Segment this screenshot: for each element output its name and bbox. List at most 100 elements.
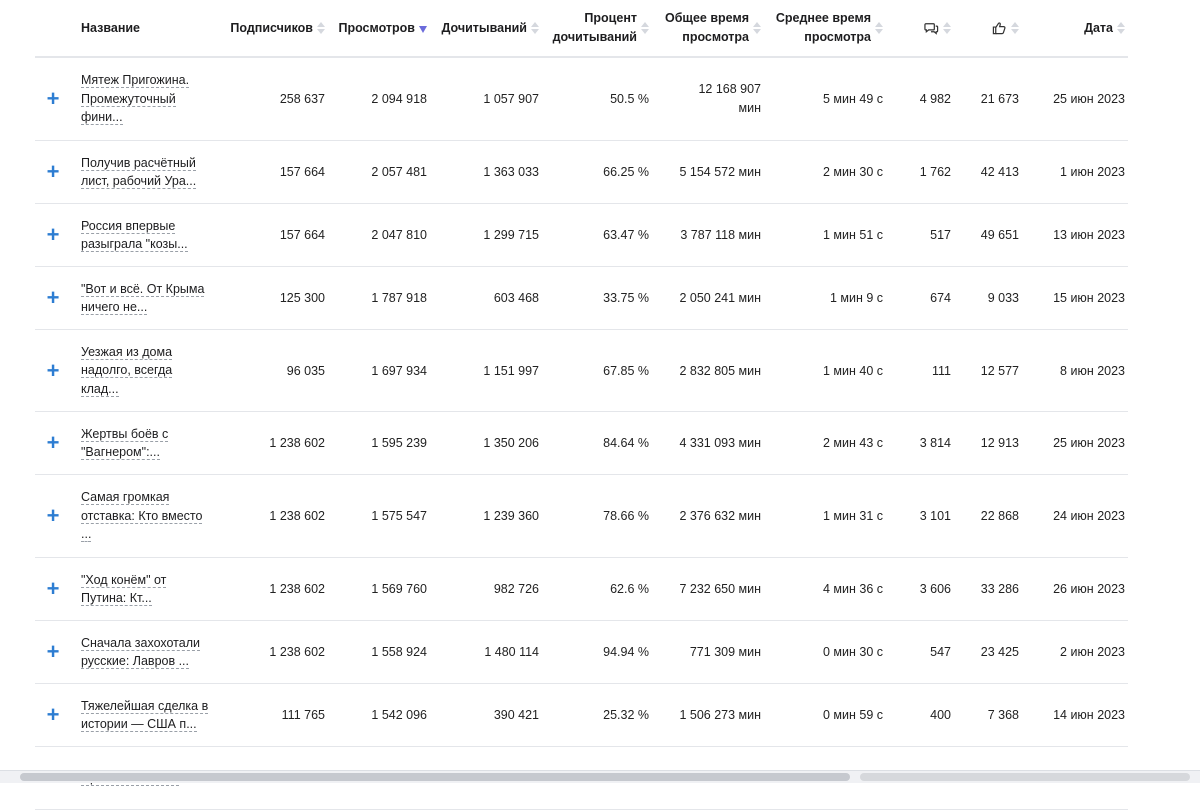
scrollbar-track-segment[interactable] [860, 773, 1190, 781]
plus-icon: + [46, 285, 60, 310]
expand-row-button[interactable]: + [35, 412, 71, 474]
expand-row-button[interactable]: + [35, 204, 71, 266]
column-header-reads[interactable]: Дочитываний [435, 0, 539, 56]
expand-row-button[interactable]: + [35, 621, 71, 683]
table-row[interactable]: + "Ход конём" от Путина: Кт... 1 238 602 1 5… [35, 558, 1128, 621]
views-value: 1 575 547 [371, 509, 427, 523]
sort-icon[interactable] [641, 21, 649, 35]
article-title-line[interactable]: русские: Лавров ... [81, 654, 190, 669]
column-header-total-time[interactable]: Общее время просмотра [659, 0, 761, 56]
total-time-value: 2 832 805 мин [679, 363, 761, 378]
date-value: 2 июн 2023 [1060, 645, 1125, 659]
article-title-line[interactable]: Путина: Кт... [81, 591, 152, 606]
article-title-line[interactable]: истории — США п... [81, 717, 197, 732]
article-title[interactable]: Россия впервые разыграла "козы... [81, 204, 241, 266]
expand-row-button[interactable]: + [35, 684, 71, 746]
table-row[interactable]: + Тяжелейшая сделка в истории — США п... 11… [35, 684, 1128, 747]
article-title-line[interactable]: лист, рабочий Ура... [81, 174, 197, 189]
sort-icon[interactable] [531, 21, 539, 35]
article-title-line[interactable]: надолго, всегда [81, 363, 173, 379]
article-title-line[interactable]: Получив расчётный [81, 155, 196, 171]
article-title-line[interactable]: Уезжая из дома [81, 344, 173, 360]
likes-value: 22 868 [980, 509, 1019, 523]
header-line: Общее время [664, 11, 749, 25]
sort-icon[interactable] [875, 21, 883, 35]
column-header-subscribers[interactable]: Подписчиков [225, 0, 325, 56]
article-title-line[interactable]: Тяжелейшая сделка в [81, 698, 209, 714]
article-title-line[interactable]: ничего не... [81, 300, 148, 315]
article-title[interactable]: Тяжелейшая сделка в истории — США п... [81, 684, 241, 746]
article-title[interactable]: Сначала захохотали русские: Лавров ... [81, 621, 241, 683]
column-header-reads-label: Дочитываний [441, 20, 527, 35]
expand-row-button[interactable]: + [35, 141, 71, 203]
comments-value: 3 101 [919, 509, 951, 523]
article-title-line[interactable]: разыграла "козы... [81, 237, 188, 252]
expand-row-button[interactable]: + [35, 558, 71, 620]
article-title[interactable]: Жертвы боёв с "Вагнером":... [81, 412, 241, 474]
read-percent-value: 50.5 % [610, 92, 649, 106]
article-title[interactable]: "Ход конём" от Путина: Кт... [81, 558, 241, 620]
article-title-line[interactable]: ... [81, 527, 92, 543]
table-row[interactable]: + Получив расчётный лист, рабочий Ура... 15… [35, 141, 1128, 204]
read-percent-value: 25.32 % [603, 708, 649, 722]
reads-value: 1 151 997 [483, 363, 539, 378]
expand-row-button[interactable]: + [35, 475, 71, 557]
table-row[interactable]: + "Вот и всё. От Крыма ничего не... 125 300… [35, 267, 1128, 330]
avg-time-value: 1 мин 9 с [829, 291, 883, 305]
likes-value: 42 413 [980, 165, 1019, 179]
table-row[interactable]: + Россия впервые разыграла "козы... 157 664… [35, 204, 1128, 267]
column-header-total-time-label: Общее время просмотра [659, 9, 749, 47]
article-title-line[interactable]: отставка: Кто вместо [81, 508, 203, 524]
likes-value: 12 577 [980, 363, 1019, 378]
sort-icon[interactable] [943, 21, 951, 35]
article-title-line[interactable]: клад... [81, 381, 119, 397]
avg-time-value: 5 мин 49 с [822, 92, 883, 106]
views-value: 1 542 096 [371, 708, 427, 722]
article-title-line[interactable]: Мятеж Пригожина. [81, 73, 190, 89]
column-header-comments[interactable] [893, 0, 951, 56]
header-line: дочитываний [552, 30, 637, 44]
sort-icon[interactable] [1011, 21, 1019, 35]
table-row[interactable]: + Уезжая из дома надолго, всегда клад... 96 … [35, 330, 1128, 412]
article-title[interactable]: "Вот и всё. От Крыма ничего не... [81, 267, 241, 329]
likes-value: 12 913 [980, 436, 1019, 450]
sort-icon[interactable] [1117, 21, 1125, 35]
table-row[interactable]: + Мятеж Пригожина. Промежуточный фини... 258… [35, 58, 1128, 141]
scrollbar-thumb[interactable] [20, 773, 850, 781]
article-title[interactable]: Мятеж Пригожина. Промежуточный фини... [81, 58, 241, 140]
article-title-line[interactable]: "Вагнером":... [81, 445, 160, 460]
article-title-line[interactable]: фини... [81, 110, 123, 126]
column-header-title[interactable]: Название [81, 0, 241, 56]
sort-icon[interactable] [753, 21, 761, 35]
table-row[interactable]: + Самая громкая отставка: Кто вместо... 1 2… [35, 475, 1128, 558]
column-header-avg-time[interactable]: Среднее время просмотра [771, 0, 883, 56]
article-title-line[interactable]: Жертвы боёв с [81, 426, 169, 442]
sort-desc-active-icon[interactable] [419, 22, 427, 34]
expand-row-button[interactable]: + [35, 330, 71, 411]
table-row[interactable]: + Сначала захохотали русские: Лавров ... 1 … [35, 621, 1128, 684]
article-title[interactable]: Получив расчётный лист, рабочий Ура... [81, 141, 241, 203]
plus-icon: + [46, 576, 60, 601]
column-header-likes[interactable] [961, 0, 1019, 56]
article-title[interactable]: Самая громкая отставка: Кто вместо... [81, 475, 241, 557]
read-percent-value: 78.66 % [603, 509, 649, 523]
expand-row-button[interactable]: + [35, 267, 71, 329]
reads-value: 1 363 033 [483, 165, 539, 179]
article-title-line[interactable]: Самая громкая [81, 490, 170, 506]
table-row[interactable]: + Жертвы боёв с "Вагнером":... 1 238 602 1 5… [35, 412, 1128, 475]
total-time-cell: 2 832 805 мин [659, 330, 761, 411]
article-title[interactable]: Уезжая из дома надолго, всегда клад... [81, 330, 241, 411]
views-value: 1 595 239 [371, 436, 427, 450]
column-header-read-percent[interactable]: Процент дочитываний [549, 0, 649, 56]
total-time-value: 4 331 093 мин [679, 436, 761, 450]
expand-row-button[interactable]: + [35, 58, 71, 140]
column-header-date[interactable]: Дата [1029, 0, 1125, 56]
sort-icon[interactable] [317, 21, 325, 35]
article-title-line[interactable]: "Вот и всё. От Крыма [81, 281, 205, 297]
header-line: Среднее время [775, 11, 871, 25]
article-title-line[interactable]: "Ход конём" от [81, 572, 167, 588]
article-title-line[interactable]: Сначала захохотали [81, 635, 200, 651]
article-title-line[interactable]: Россия впервые [81, 218, 176, 234]
column-header-views[interactable]: Просмотров [335, 0, 427, 56]
article-title-line[interactable]: Промежуточный [81, 91, 176, 107]
